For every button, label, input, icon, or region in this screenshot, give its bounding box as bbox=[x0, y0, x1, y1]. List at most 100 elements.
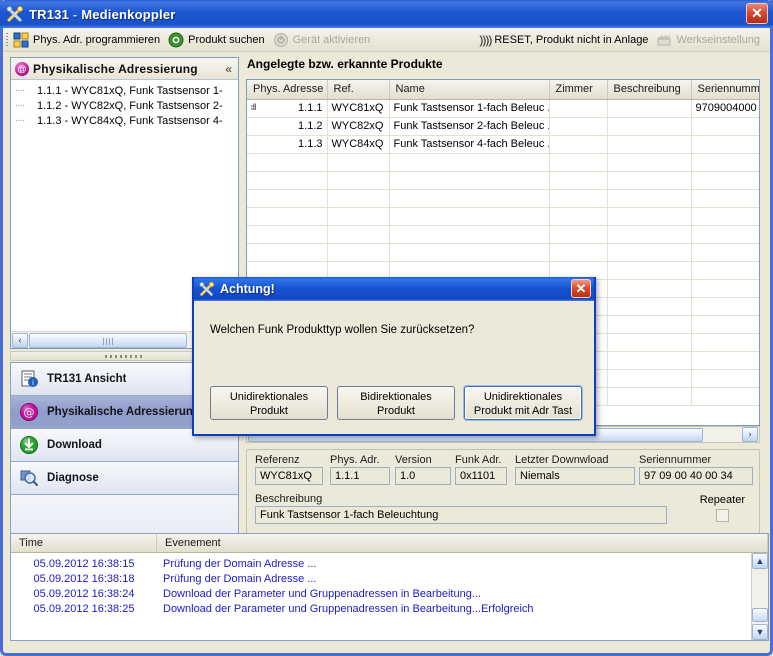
list-item[interactable]: 05.09.2012 16:38:15 Prüfung der Domain A… bbox=[11, 556, 751, 571]
log-event: Prüfung der Domain Adresse ... bbox=[163, 557, 317, 570]
cell-phys-adresse: ⦂‖ 1.1.1 bbox=[247, 99, 328, 118]
unidirectional-product-button[interactable]: Unidirektionales Produkt bbox=[210, 386, 328, 420]
field-label: Repeater bbox=[699, 494, 745, 506]
cell-seriennummer: 9709004000 bbox=[691, 99, 759, 118]
toolbar-right-group: )))) RESET, Produkt nicht in Anlage Werk… bbox=[477, 29, 770, 51]
button-line-1: Bidirektionales bbox=[360, 391, 432, 403]
tree-connector: ···· bbox=[15, 85, 25, 96]
repeater-checkbox[interactable] bbox=[715, 509, 729, 522]
table-row[interactable]: ⦂‖ 1.1.1 WYC81xQ Funk Tastsensor 1-fach B… bbox=[247, 99, 759, 118]
bidirectional-product-button[interactable]: Bidirektionales Produkt bbox=[337, 386, 455, 420]
tree-item[interactable]: ···· 1.1.2 - WYC82xQ, Funk Tastsensor 2- bbox=[11, 98, 238, 113]
achtung-dialog: Achtung! ✕ Welchen Funk Produkttyp wolle… bbox=[192, 277, 596, 436]
funk-adr-value[interactable]: 0x1101 bbox=[455, 467, 507, 485]
title-separator: - bbox=[69, 6, 82, 22]
table-row[interactable]: 1.1.3 WYC84xQ Funk Tastsensor 4-fach Bel… bbox=[247, 135, 759, 154]
log-event: Prüfung der Domain Adresse ... bbox=[163, 572, 317, 585]
scrollbar-thumb[interactable] bbox=[29, 332, 187, 348]
cell-seriennummer bbox=[691, 117, 759, 136]
column-header-zimmer[interactable]: Zimmer bbox=[549, 80, 608, 100]
row-marker-icon: ⦂‖ bbox=[251, 101, 257, 112]
target-icon bbox=[168, 32, 184, 48]
tree-connector: ···· bbox=[15, 100, 25, 111]
seriennummer-value[interactable]: 97 09 00 40 00 34 bbox=[639, 467, 753, 485]
table-row-empty[interactable] bbox=[247, 243, 759, 262]
sidebar-item-diagnose[interactable]: Diagnose bbox=[11, 462, 238, 495]
toolbar-button-reset-product[interactable]: )))) RESET, Produkt nicht in Anlage bbox=[477, 29, 654, 51]
log-time: 05.09.2012 16:38:15 bbox=[33, 557, 135, 570]
toolbar-grip[interactable] bbox=[3, 28, 11, 51]
cell-phys-adresse: 1.1.2 bbox=[247, 117, 328, 136]
table-row-empty[interactable] bbox=[247, 153, 759, 172]
tree-connector: ···· bbox=[15, 115, 25, 126]
cell-seriennummer bbox=[691, 135, 759, 154]
table-row-empty[interactable] bbox=[247, 225, 759, 244]
phys-adr-value[interactable]: 1.1.1 bbox=[330, 467, 390, 485]
referenz-value[interactable]: WYC81xQ bbox=[255, 467, 323, 485]
scroll-left-arrow-icon[interactable]: ‹ bbox=[12, 332, 28, 348]
column-header-time[interactable]: Time bbox=[11, 534, 157, 552]
field-label: Letzter Downwload bbox=[515, 454, 609, 466]
dialog-title-bar: Achtung! ✕ bbox=[194, 277, 594, 301]
window-close-button[interactable]: ✕ bbox=[746, 3, 768, 24]
column-header-seriennummer[interactable]: Seriennumm bbox=[691, 80, 759, 100]
cell-ref: WYC81xQ bbox=[327, 99, 390, 118]
toolbar-button-search-product[interactable]: Produkt suchen bbox=[166, 29, 270, 51]
cell-value: 1.1.1 bbox=[298, 102, 323, 114]
application-window: TR131 - Medienkoppler ✕ Phys. Adr. progr… bbox=[0, 0, 773, 656]
table-row-empty[interactable] bbox=[247, 189, 759, 208]
cell-name: Funk Tastsensor 4-fach Beleuc ... bbox=[389, 135, 550, 154]
column-header-evenement[interactable]: Evenement bbox=[157, 534, 768, 552]
scrollbar-thumb[interactable] bbox=[752, 608, 768, 622]
tools-icon bbox=[199, 281, 215, 297]
log-time: 05.09.2012 16:38:24 bbox=[33, 587, 135, 600]
event-log-header: Time Evenement bbox=[11, 534, 768, 553]
tree-item[interactable]: ···· 1.1.1 - WYC81xQ, Funk Tastsensor 1- bbox=[11, 83, 238, 98]
field-label: Funk Adr. bbox=[455, 454, 502, 466]
list-item[interactable]: 05.09.2012 16:38:25 Download der Paramet… bbox=[11, 601, 751, 616]
button-line-1: Unidirektionales bbox=[229, 391, 309, 403]
cell-beschreibung bbox=[607, 135, 692, 154]
tree-item-label: 1.1.2 - WYC82xQ, Funk Tastsensor 2- bbox=[37, 99, 223, 112]
page-title: TR131 - Medienkoppler bbox=[29, 7, 176, 22]
table-row[interactable]: 1.1.2 WYC82xQ Funk Tastsensor 2-fach Bel… bbox=[247, 117, 759, 136]
unidirectional-product-with-adr-tast-button[interactable]: Unidirektionales Produkt mit Adr Tast bbox=[464, 386, 582, 420]
sidebar-filler bbox=[11, 495, 238, 535]
toolbar-label: Gerät aktivieren bbox=[292, 33, 371, 46]
dialog-close-button[interactable]: ✕ bbox=[571, 279, 591, 298]
log-event: Download der Parameter und Gruppenadress… bbox=[163, 587, 481, 600]
sidebar-item-label: Diagnose bbox=[47, 472, 99, 484]
scroll-right-arrow-icon[interactable]: › bbox=[742, 427, 758, 442]
radio-waves-icon: )))) bbox=[479, 32, 492, 47]
tree-item-label: 1.1.1 - WYC81xQ, Funk Tastsensor 1- bbox=[37, 84, 223, 97]
scroll-up-arrow-icon[interactable]: ▲ bbox=[752, 553, 768, 569]
svg-text:@: @ bbox=[24, 406, 35, 419]
beschreibung-value[interactable]: Funk Tastsensor 1-fach Beleuchtung bbox=[255, 506, 667, 524]
event-log-rows[interactable]: 05.09.2012 16:38:15 Prüfung der Domain A… bbox=[11, 553, 751, 640]
letzter-download-value[interactable]: Niemals bbox=[515, 467, 635, 485]
svg-text:i: i bbox=[32, 379, 34, 387]
dialog-title: Achtung! bbox=[220, 282, 275, 296]
event-log-vertical-scrollbar[interactable]: ▲ ▼ bbox=[751, 553, 768, 640]
version-value[interactable]: 1.0 bbox=[395, 467, 451, 485]
field-referenz: Referenz WYC81xQ bbox=[255, 454, 323, 485]
field-label: Phys. Adr. bbox=[330, 454, 380, 466]
column-header-phys-adresse[interactable]: Phys. Adresse bbox=[247, 80, 328, 100]
toolbar-button-factory-reset[interactable]: Werkseinstellung bbox=[654, 29, 766, 51]
table-row-empty[interactable] bbox=[247, 207, 759, 226]
list-item[interactable]: 05.09.2012 16:38:18 Prüfung der Domain A… bbox=[11, 571, 751, 586]
toolbar-button-activate-device[interactable]: Gerät aktivieren bbox=[271, 29, 377, 51]
table-row-empty[interactable] bbox=[247, 171, 759, 190]
sidebar-item-label: TR131 Ansicht bbox=[47, 373, 127, 385]
tree-item[interactable]: ···· 1.1.3 - WYC84xQ, Funk Tastsensor 4- bbox=[11, 113, 238, 128]
sidebar-item-label: Download bbox=[47, 439, 102, 451]
list-item[interactable]: 05.09.2012 16:38:24 Download der Paramet… bbox=[11, 586, 751, 601]
toolbar-button-program-phys-address[interactable]: Phys. Adr. programmieren bbox=[11, 29, 166, 51]
column-header-ref[interactable]: Ref. bbox=[327, 80, 390, 100]
collapse-panel-button[interactable]: « bbox=[223, 62, 234, 76]
products-header-row: Phys. Adresse Ref. Name Zimmer Beschreib… bbox=[247, 80, 759, 100]
scroll-down-arrow-icon[interactable]: ▼ bbox=[752, 624, 768, 640]
toolbar-label: Phys. Adr. programmieren bbox=[33, 33, 161, 46]
column-header-name[interactable]: Name bbox=[389, 80, 550, 100]
column-header-beschreibung[interactable]: Beschreibung bbox=[607, 80, 692, 100]
